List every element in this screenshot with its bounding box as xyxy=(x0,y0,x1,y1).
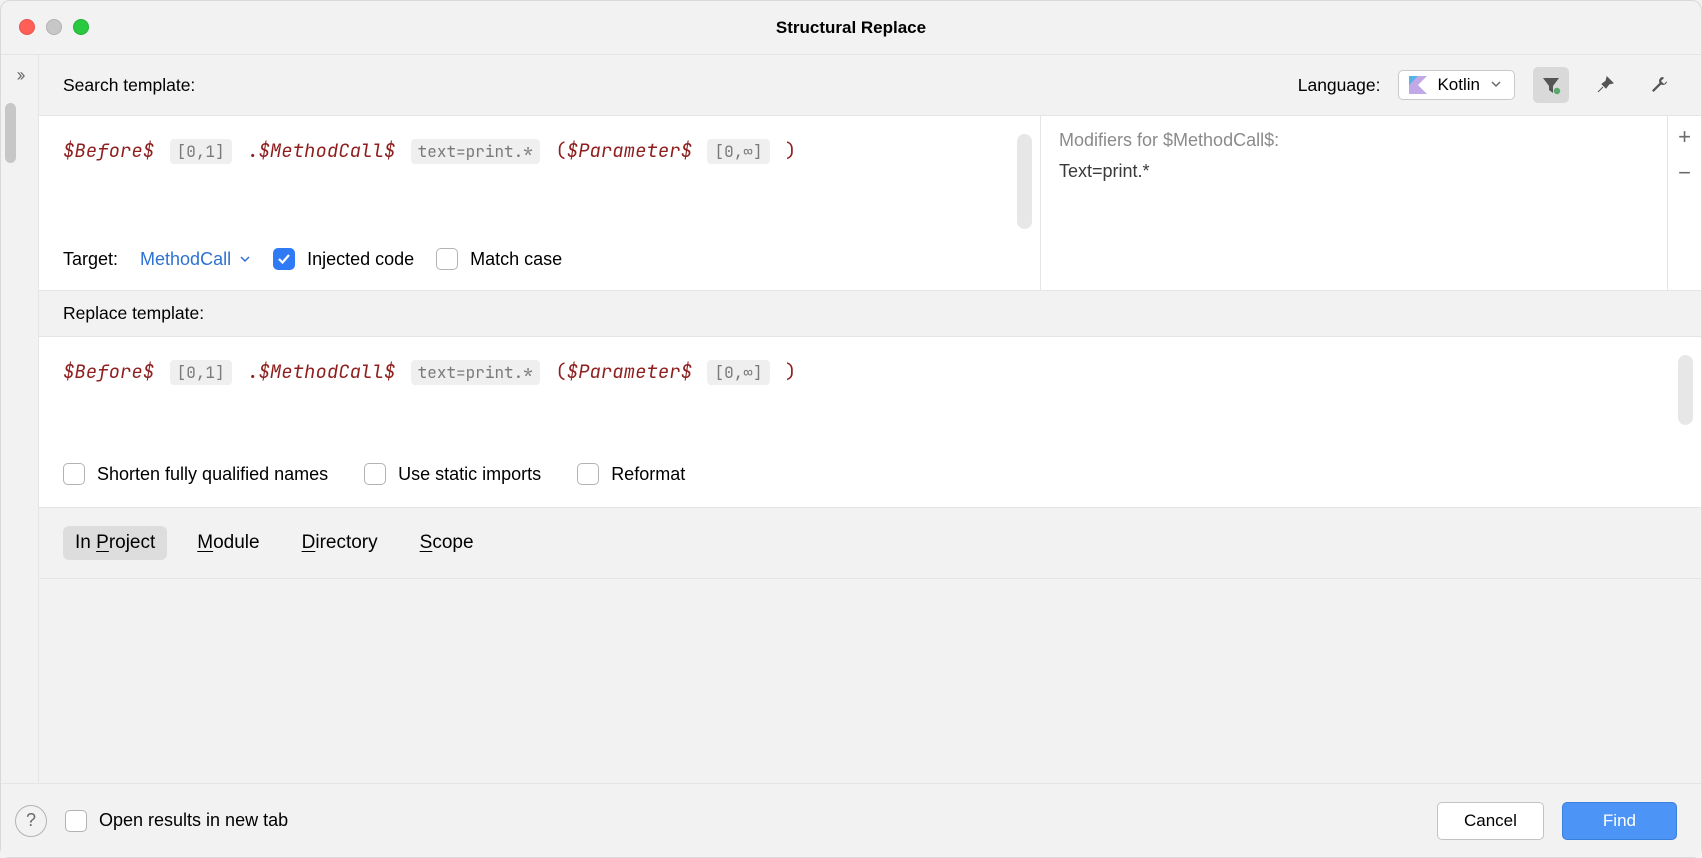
paren-close: ) xyxy=(785,359,796,384)
scope-tab-scope[interactable]: Scope xyxy=(408,526,486,560)
titlebar: Structural Replace xyxy=(1,1,1701,55)
help-button[interactable]: ? xyxy=(15,805,47,837)
modifiers-side-buttons: + − xyxy=(1667,116,1701,290)
static-imports-label: Use static imports xyxy=(398,464,541,485)
shorten-names-label: Shorten fully qualified names xyxy=(97,464,328,485)
methodcall-text-badge: text=print.* xyxy=(411,360,540,385)
target-value: MethodCall xyxy=(140,249,231,270)
checkbox-box xyxy=(273,248,295,270)
replace-options-row: Shorten fully qualified names Use static… xyxy=(39,447,1701,507)
kotlin-icon xyxy=(1409,76,1427,94)
checkbox-box xyxy=(436,248,458,270)
before-count-badge: [0,1] xyxy=(170,139,232,164)
paren-close: ) xyxy=(785,138,796,163)
open-new-tab-label: Open results in new tab xyxy=(99,810,288,831)
target-label: Target: xyxy=(63,249,118,270)
dialog-body: ›› Search template: Language: Kotlin xyxy=(1,55,1701,857)
find-button[interactable]: Find xyxy=(1562,802,1677,840)
checkbox-box xyxy=(364,463,386,485)
target-row: Target: MethodCall Injected code xyxy=(39,236,1040,290)
left-gutter: ›› xyxy=(1,55,39,783)
wrench-icon[interactable] xyxy=(1641,67,1677,103)
replace-template-label: Replace template: xyxy=(63,303,204,324)
main-area: ›› Search template: Language: Kotlin xyxy=(1,55,1701,783)
language-label: Language: xyxy=(1298,75,1381,96)
replace-template-editor[interactable]: $Before$ [0,1] .$MethodCall$ text=print.… xyxy=(39,337,1701,447)
open-new-tab-checkbox[interactable]: Open results in new tab xyxy=(65,810,288,832)
var-parameter: $Parameter$ xyxy=(567,359,692,384)
scope-tabs: In Project Module Directory Scope xyxy=(39,508,1701,579)
chevron-down-icon xyxy=(239,253,251,265)
pin-icon[interactable] xyxy=(1587,67,1623,103)
editor-scroll-thumb[interactable] xyxy=(1678,355,1693,425)
reformat-label: Reformat xyxy=(611,464,685,485)
dialog-footer: ? Open results in new tab Cancel Find xyxy=(1,783,1701,857)
var-methodcall: $MethodCall$ xyxy=(258,359,395,384)
language-value: Kotlin xyxy=(1437,75,1480,95)
replace-pane: $Before$ [0,1] .$MethodCall$ text=print.… xyxy=(39,337,1701,508)
search-header: Search template: Language: Kotlin xyxy=(39,55,1701,116)
filter-icon[interactable] xyxy=(1533,67,1569,103)
search-row: $Before$ [0,1] .$MethodCall$ text=print.… xyxy=(39,116,1701,291)
paren-open: ( xyxy=(555,138,566,163)
methodcall-text-badge: text=print.* xyxy=(411,139,540,164)
var-before: $Before$ xyxy=(63,138,154,163)
window-title: Structural Replace xyxy=(1,18,1701,38)
parameter-count-badge: [0,∞] xyxy=(707,360,769,385)
structural-replace-dialog: Structural Replace ›› Search template: L… xyxy=(0,0,1702,858)
modifiers-title: Modifiers for $MethodCall$: xyxy=(1059,130,1649,151)
modifiers-content[interactable]: Modifiers for $MethodCall$: Text=print.* xyxy=(1041,116,1667,290)
chevron-down-icon xyxy=(1490,75,1502,95)
search-tools: Language: Kotlin xyxy=(1298,67,1677,103)
replace-header: Replace template: xyxy=(39,291,1701,337)
dot: . xyxy=(247,138,258,163)
modifiers-pane: Modifiers for $MethodCall$: Text=print.*… xyxy=(1041,116,1701,290)
before-count-badge: [0,1] xyxy=(170,360,232,385)
add-modifier-button[interactable]: + xyxy=(1678,126,1691,148)
parameter-count-badge: [0,∞] xyxy=(707,139,769,164)
modifier-line: Text=print.* xyxy=(1059,161,1649,182)
var-methodcall: $MethodCall$ xyxy=(258,138,395,163)
scope-tab-in-project[interactable]: In Project xyxy=(63,526,167,560)
content-column: Search template: Language: Kotlin xyxy=(39,55,1701,783)
search-template-editor[interactable]: $Before$ [0,1] .$MethodCall$ text=print.… xyxy=(39,116,1040,236)
checkbox-box xyxy=(65,810,87,832)
editor-scroll-thumb[interactable] xyxy=(1017,134,1032,229)
reformat-checkbox[interactable]: Reformat xyxy=(577,463,685,485)
language-select[interactable]: Kotlin xyxy=(1398,70,1515,100)
search-pane: $Before$ [0,1] .$MethodCall$ text=print.… xyxy=(39,116,1041,290)
match-case-checkbox[interactable]: Match case xyxy=(436,248,562,270)
injected-code-checkbox[interactable]: Injected code xyxy=(273,248,414,270)
remove-modifier-button[interactable]: − xyxy=(1678,162,1691,184)
gutter-scroll-thumb[interactable] xyxy=(5,103,16,163)
var-before: $Before$ xyxy=(63,359,154,384)
target-select[interactable]: MethodCall xyxy=(140,249,251,270)
injected-code-label: Injected code xyxy=(307,249,414,270)
static-imports-checkbox[interactable]: Use static imports xyxy=(364,463,541,485)
paren-open: ( xyxy=(555,359,566,384)
scope-tab-module[interactable]: Module xyxy=(185,526,271,560)
cancel-button[interactable]: Cancel xyxy=(1437,802,1544,840)
checkbox-box xyxy=(63,463,85,485)
checkbox-box xyxy=(577,463,599,485)
expand-history-icon[interactable]: ›› xyxy=(17,65,23,86)
shorten-names-checkbox[interactable]: Shorten fully qualified names xyxy=(63,463,328,485)
dot: . xyxy=(247,359,258,384)
var-parameter: $Parameter$ xyxy=(567,138,692,163)
match-case-label: Match case xyxy=(470,249,562,270)
scope-tab-directory[interactable]: Directory xyxy=(290,526,390,560)
search-template-label: Search template: xyxy=(63,75,195,96)
